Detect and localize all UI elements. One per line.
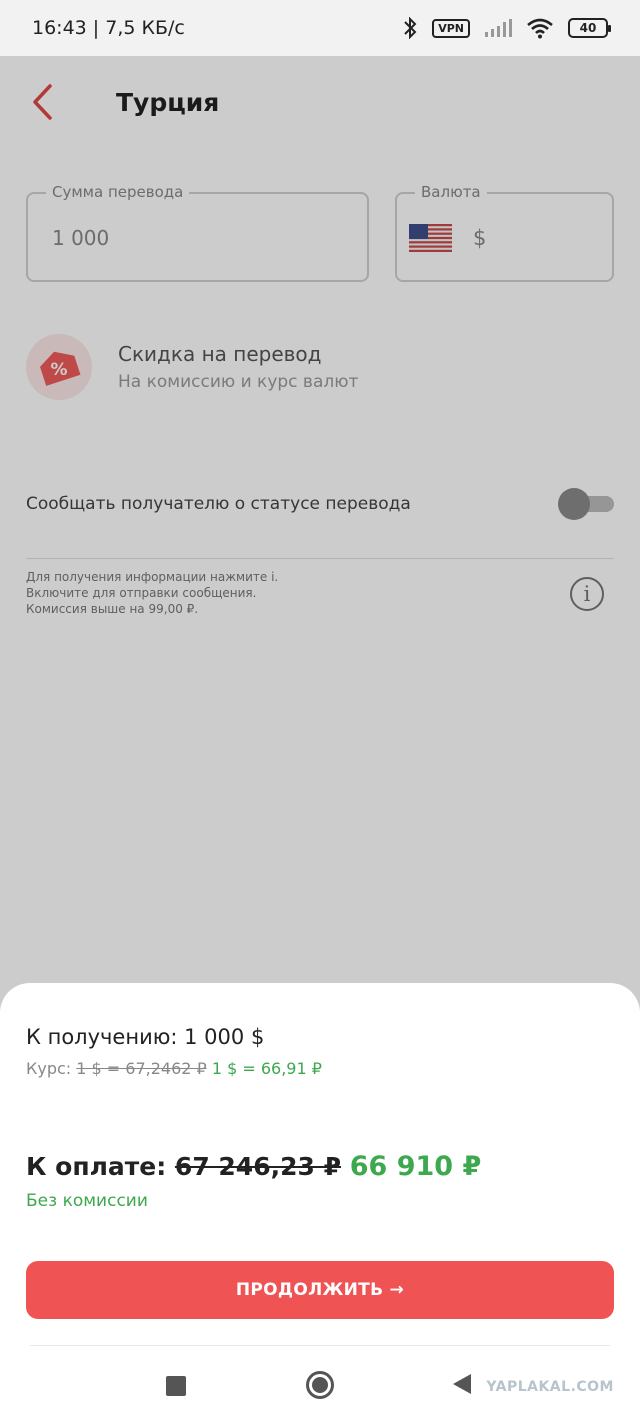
payment-summary-sheet: К получению: 1 000 $ Курс: 1 $ = 67,2462… [0, 983, 640, 1423]
pay-old: 67 246,23 ₽ [174, 1152, 341, 1181]
status-icons: VPN 40 [402, 16, 611, 40]
signal-icon [485, 19, 512, 37]
rate-label: Курс: [26, 1059, 77, 1078]
status-bar: 16:43 | 7,5 КБ/с VPN 40 [0, 0, 640, 56]
home-icon[interactable] [306, 1371, 334, 1399]
pay-amount: К оплате: 67 246,23 ₽ 66 910 ₽ [26, 1151, 481, 1182]
wifi-icon [527, 18, 553, 39]
rate-old: 1 $ = 67,2462 ₽ [76, 1059, 207, 1078]
no-fee-label: Без комиссии [26, 1191, 148, 1211]
system-nav-bar: YAPLAKAL.COM [0, 1348, 640, 1423]
watermark: YAPLAKAL.COM [486, 1379, 614, 1395]
continue-button[interactable]: ПРОДОЛЖИТЬ → [26, 1261, 614, 1319]
vpn-icon: VPN [432, 18, 470, 38]
bluetooth-icon [404, 16, 417, 40]
rate-new: 1 $ = 66,91 ₽ [211, 1059, 322, 1078]
battery-icon: 40 [568, 18, 611, 38]
recents-icon[interactable] [166, 1376, 186, 1396]
receive-amount: К получению: 1 000 $ [26, 1025, 265, 1049]
back-triangle-icon[interactable] [453, 1374, 471, 1394]
exchange-rate: Курс: 1 $ = 67,2462 ₽ 1 $ = 66,91 ₽ [26, 1059, 322, 1078]
sheet-divider [30, 1345, 610, 1346]
status-time: 16:43 | 7,5 КБ/с [32, 17, 185, 39]
pay-new: 66 910 ₽ [349, 1151, 482, 1182]
pay-label: К оплате: [26, 1152, 175, 1181]
